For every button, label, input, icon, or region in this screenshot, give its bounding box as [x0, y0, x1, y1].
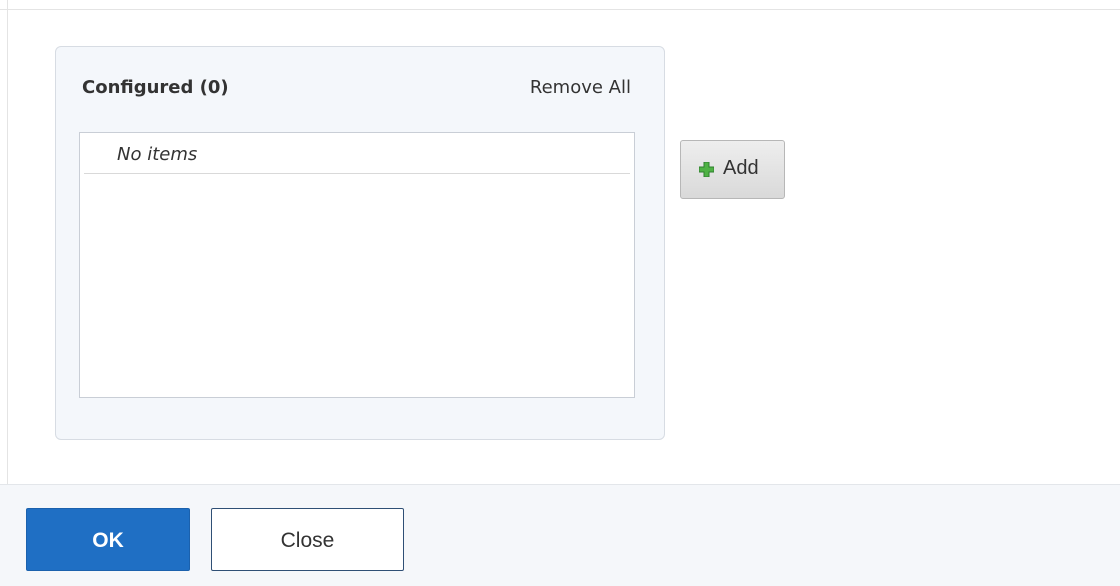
close-button[interactable]: Close	[211, 508, 404, 571]
configured-panel: Configured (0) Remove All No items	[55, 46, 665, 440]
ok-button[interactable]: OK	[26, 508, 190, 571]
add-button[interactable]: Add	[680, 140, 785, 199]
top-divider	[0, 0, 1120, 10]
plus-icon	[699, 162, 714, 177]
remove-all-link[interactable]: Remove All	[530, 77, 631, 98]
configured-title: Configured (0)	[82, 77, 229, 98]
configuration-dialog: Configured (0) Remove All No items Add O…	[0, 0, 1120, 586]
dialog-footer: OK Close	[0, 484, 1120, 586]
empty-list-row: No items	[84, 133, 630, 174]
add-button-label: Add	[723, 157, 759, 179]
configured-items-list[interactable]: No items	[79, 132, 635, 398]
left-divider	[0, 0, 8, 484]
empty-list-message: No items	[117, 144, 198, 165]
